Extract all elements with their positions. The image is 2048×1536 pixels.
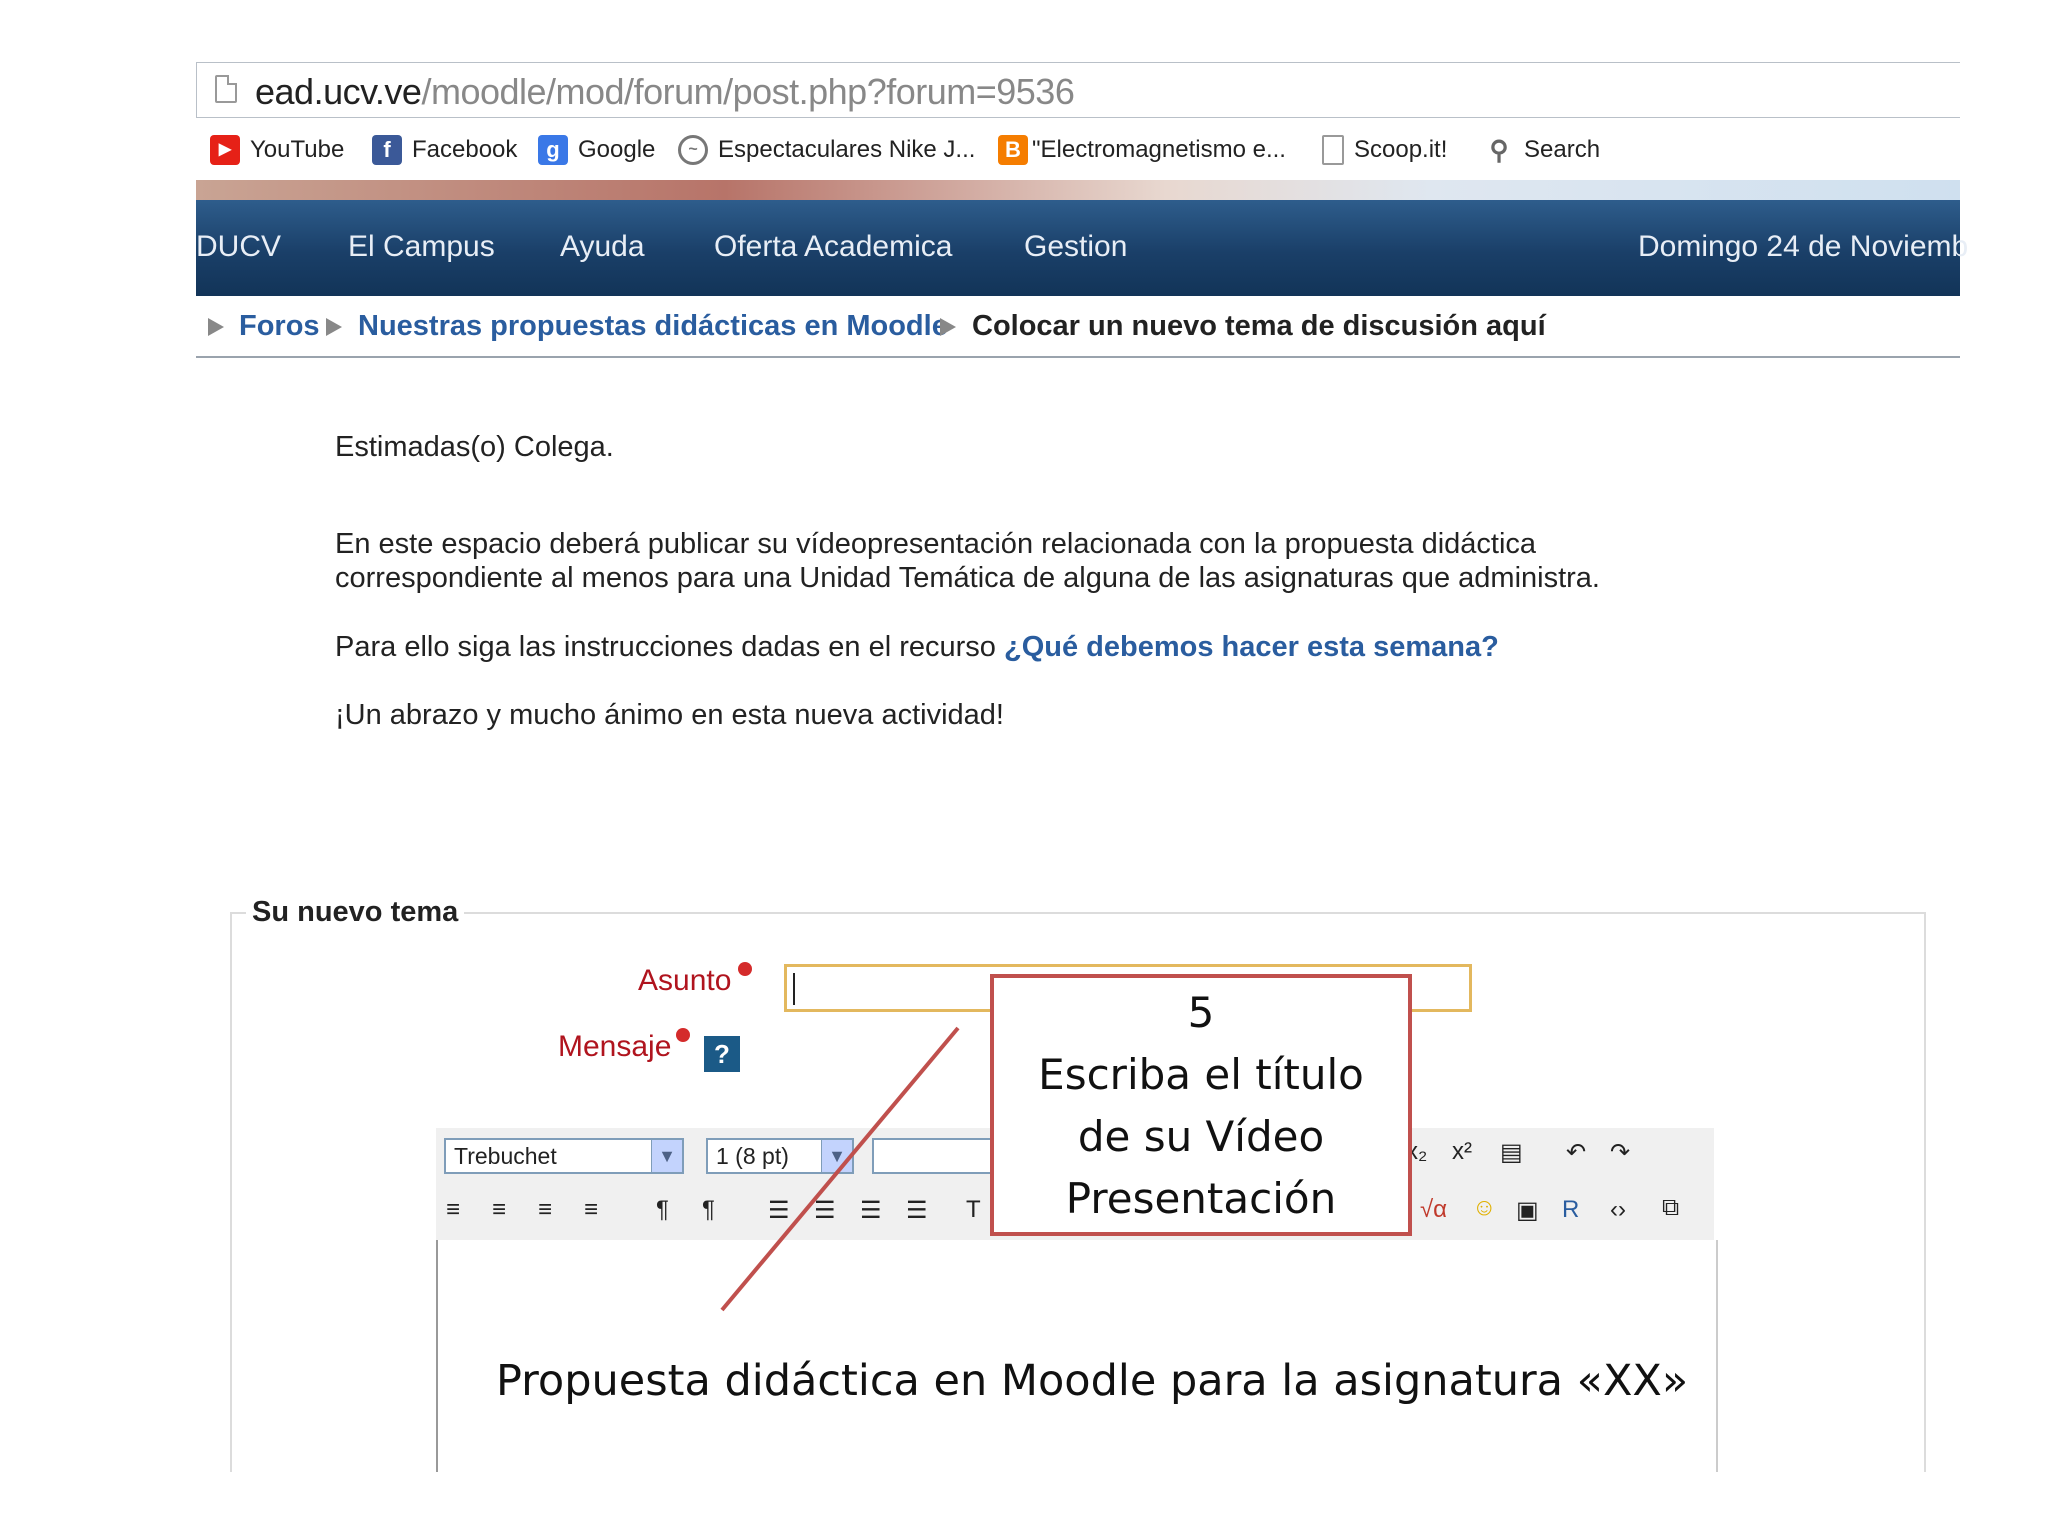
- html-source-icon[interactable]: ‹›: [1610, 1196, 1626, 1224]
- breadcrumb-arrow-icon: [208, 318, 224, 336]
- page-icon: [1322, 135, 1344, 165]
- bookmark-google[interactable]: g Google: [538, 134, 655, 166]
- bookmark-label: Search: [1524, 136, 1601, 163]
- fullscreen-icon[interactable]: ⧉: [1662, 1194, 1679, 1222]
- font-select-value: Trebuchet: [454, 1143, 557, 1169]
- bookmark-search[interactable]: ⚲ Search: [1484, 134, 1600, 166]
- youtube-icon: ▶: [210, 135, 240, 165]
- align-left-icon[interactable]: ≡: [446, 1196, 460, 1224]
- align-right-icon[interactable]: ≡: [538, 1196, 552, 1224]
- bookmark-nike[interactable]: ~ Espectaculares Nike J...: [678, 134, 975, 166]
- nav-item-campus[interactable]: El Campus: [348, 230, 495, 264]
- nav-item-ayuda[interactable]: Ayuda: [560, 230, 645, 264]
- equation-icon[interactable]: √α: [1420, 1196, 1447, 1224]
- instruction-callout: 5 Escriba el título de su Vídeo Presenta…: [990, 974, 1412, 1236]
- bookmark-label: Google: [578, 136, 656, 163]
- justify-icon[interactable]: ≡: [584, 1196, 598, 1224]
- required-icon: [738, 962, 752, 976]
- undo-icon[interactable]: ↶: [1566, 1138, 1586, 1167]
- nav-item-ducv[interactable]: DUCV: [196, 230, 281, 264]
- font-select[interactable]: Trebuchet ▼: [444, 1138, 684, 1174]
- ltr-icon[interactable]: ¶: [656, 1196, 669, 1224]
- nav-item-gestion[interactable]: Gestion: [1024, 230, 1127, 264]
- facebook-icon: f: [372, 135, 402, 165]
- text-caret: [793, 973, 795, 1005]
- fieldset-legend: Su nuevo tema: [246, 896, 465, 929]
- required-icon: [676, 1028, 690, 1042]
- bookmark-label: YouTube: [250, 136, 345, 163]
- message-line-3: Para ello siga las instrucciones dadas e…: [335, 630, 1499, 664]
- nav-item-oferta[interactable]: Oferta Academica: [714, 230, 952, 264]
- subject-label: Asunto: [638, 964, 732, 997]
- bookmark-youtube[interactable]: ▶ YouTube: [210, 134, 344, 166]
- align-center-icon[interactable]: ≡: [492, 1196, 506, 1224]
- search-icon: ⚲: [1489, 135, 1509, 165]
- blogger-icon: B: [998, 135, 1028, 165]
- bookmarks-bar: ▶ YouTube f Facebook g Google ~ Espectac…: [196, 120, 1960, 180]
- instructions-link[interactable]: ¿Qué debemos hacer esta semana?: [1004, 631, 1499, 663]
- bookmark-electromagnetismo[interactable]: B "Electromagnetismo e...: [998, 134, 1286, 166]
- breadcrumb-arrow-icon: [940, 318, 956, 336]
- bookmark-label: Scoop.it!: [1354, 136, 1448, 163]
- bookmark-label: Facebook: [412, 136, 518, 163]
- breadcrumb-forum[interactable]: Nuestras propuestas didácticas en Moodle: [358, 310, 948, 343]
- message-line-2: correspondiente al menos para una Unidad…: [335, 562, 1600, 594]
- page-icon: [215, 75, 237, 103]
- header-banner: [196, 180, 1960, 200]
- message-greeting: Estimadas(o) Colega.: [335, 431, 614, 463]
- breadcrumb-current: Colocar un nuevo tema de discusión aquí: [972, 310, 1546, 342]
- superscript-icon[interactable]: x²: [1452, 1138, 1472, 1166]
- breadcrumb: Foros Nuestras propuestas didácticas en …: [196, 296, 1960, 358]
- bookmark-label: Espectaculares Nike J...: [718, 136, 976, 163]
- message-line-3-text: Para ello siga las instrucciones dadas e…: [335, 631, 996, 663]
- editor-content: Propuesta didáctica en Moodle para la as…: [496, 1356, 1689, 1406]
- callout-line: Escriba el título: [1038, 1050, 1364, 1099]
- bookmark-facebook[interactable]: f Facebook: [372, 134, 517, 166]
- breadcrumb-foros[interactable]: Foros: [239, 310, 320, 343]
- redo-icon[interactable]: ↷: [1610, 1138, 1630, 1167]
- spellcheck-icon[interactable]: R: [1562, 1196, 1579, 1224]
- google-icon: g: [538, 135, 568, 165]
- address-bar[interactable]: ead.ucv.ve/moodle/mod/forum/post.php?for…: [196, 62, 1960, 118]
- message-line-1: En este espacio deberá publicar su vídeo…: [335, 528, 1537, 560]
- callout-pointer: [720, 1026, 960, 1312]
- callout-step: 5: [1187, 988, 1215, 1037]
- message-line-4: ¡Un abrazo y mucho ánimo en esta nueva a…: [335, 699, 1004, 731]
- nav-date: Domingo 24 de Noviemb: [1638, 230, 1969, 263]
- bookmark-scoopit[interactable]: Scoop.it!: [1322, 134, 1447, 166]
- callout-line: de su Vídeo: [1077, 1112, 1325, 1161]
- callout-line: Presentación: [1065, 1174, 1337, 1223]
- main-nav: DUCV El Campus Ayuda Oferta Academica Ge…: [196, 200, 1968, 296]
- breadcrumb-arrow-icon: [326, 318, 342, 336]
- image-icon[interactable]: ▣: [1516, 1196, 1539, 1225]
- url-text[interactable]: ead.ucv.ve/moodle/mod/forum/post.php?for…: [255, 71, 1075, 113]
- paste-word-icon[interactable]: ▤: [1500, 1138, 1523, 1167]
- smiley-icon[interactable]: ☺: [1472, 1194, 1497, 1222]
- bookmark-site-icon: ~: [678, 135, 708, 165]
- message-label: Mensaje: [558, 1030, 672, 1063]
- chevron-down-icon: ▼: [651, 1140, 682, 1172]
- bookmark-label: "Electromagnetismo e...: [1032, 136, 1286, 163]
